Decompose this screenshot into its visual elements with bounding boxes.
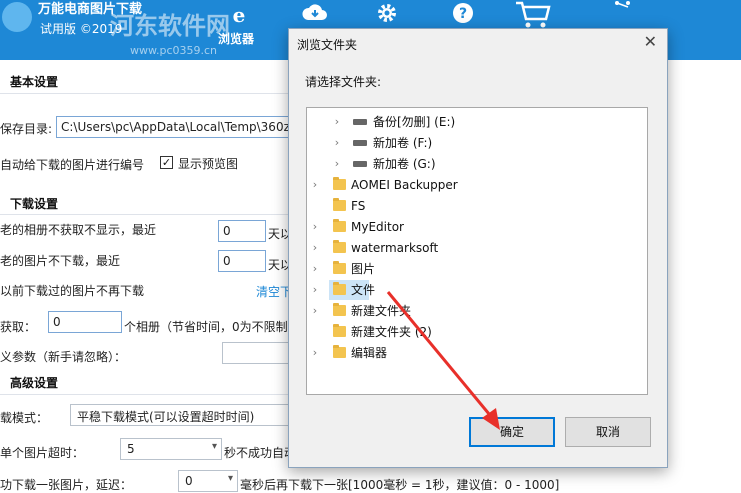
delay-value: 0 (185, 474, 193, 488)
svg-text:?: ? (459, 6, 467, 22)
folder-icon (333, 324, 346, 337)
help-icon[interactable]: ? (452, 2, 474, 24)
tree-item-label: watermarksoft (351, 241, 439, 255)
advanced-settings-heading: 高级设置 (10, 376, 59, 390)
download-settings-heading: 下载设置 (10, 197, 59, 211)
dialog-prompt: 请选择文件夹: (305, 75, 382, 89)
cancel-button[interactable]: 取消 (565, 417, 651, 447)
timeout-select[interactable]: 5 ▾ (120, 438, 222, 460)
save-dir-label: 保存目录: (0, 122, 53, 136)
auto-number-label: 自动给下载的图片进行编号 (0, 158, 145, 172)
fetch-label: 获取： (0, 320, 37, 334)
app-logo (2, 2, 32, 32)
tree-item-label: 新加卷 (G:) (373, 157, 436, 171)
expand-chevron-icon[interactable]: › (331, 154, 343, 174)
download-mode-select[interactable]: 平稳下载模式(可以设置超时时间) (70, 404, 292, 426)
custom-param-input[interactable] (222, 342, 292, 364)
close-icon[interactable]: ✕ (644, 32, 657, 51)
watermark-url: www.pc0359.cn (130, 44, 218, 57)
share-icon[interactable] (612, 0, 634, 10)
tree-item-label: 新加卷 (F:) (373, 136, 433, 150)
folder-icon (333, 261, 346, 274)
expand-chevron-icon[interactable]: › (309, 217, 321, 237)
dialog-title: 浏览文件夹 (297, 38, 358, 52)
clear-history-link[interactable]: 清空下 (256, 283, 292, 300)
folder-icon (333, 177, 346, 190)
browse-folder-dialog: 浏览文件夹 ✕ 请选择文件夹: › 备份[勿删] (E:) › 新加卷 (F:) › 新加… (288, 28, 668, 468)
tree-item-label: FS (351, 199, 366, 213)
divider (0, 394, 290, 395)
browser-button-label[interactable]: 浏览器 (218, 30, 254, 47)
timeout-value: 5 (127, 442, 135, 456)
folder-icon (333, 240, 346, 253)
drive-icon (353, 119, 367, 125)
folder-icon (333, 198, 346, 211)
tree-item-label: MyEditor (351, 220, 404, 234)
divider (0, 214, 290, 215)
expand-chevron-icon[interactable]: › (309, 259, 321, 279)
album-rule-label: 老的相册不获取不显示，最近 (0, 223, 157, 237)
expand-chevron-icon[interactable]: › (309, 280, 321, 300)
expand-chevron-icon[interactable]: › (309, 343, 321, 363)
show-preview-checkbox[interactable]: ✓ (160, 156, 173, 169)
tree-item-label: 新建文件夹 (351, 304, 412, 318)
delay-label: 功下载一张图片，延迟： (0, 478, 133, 492)
watermark-text: 河东软件网 (110, 12, 230, 40)
gear-icon[interactable] (376, 2, 398, 24)
ok-button[interactable]: 确定 (469, 417, 555, 447)
folder-icon (333, 282, 346, 295)
album-days-input[interactable]: 0 (218, 220, 266, 242)
tree-item-label: 编辑器 (351, 346, 388, 360)
timeout-suffix: 秒不成功自动 (224, 446, 297, 460)
drive-icon (353, 161, 367, 167)
cart-icon[interactable] (514, 0, 552, 30)
save-dir-input[interactable]: C:\Users\pc\AppData\Local\Temp\360zip$T (56, 116, 292, 138)
show-preview-label: 显示预览图 (178, 157, 239, 171)
svg-text:e: e (233, 4, 246, 26)
tree-item-label: 文件 (351, 283, 376, 297)
download-cloud-icon[interactable] (302, 2, 328, 24)
mode-label: 载模式： (0, 411, 49, 425)
tree-item-label: 图片 (351, 262, 376, 276)
delay-suffix: 毫秒后再下载下一张[1000毫秒 = 1秒，建议值：0 - 1000] (240, 478, 560, 492)
tree-item-label: 备份[勿删] (E:) (373, 115, 456, 129)
divider (0, 93, 290, 94)
drive-icon (353, 140, 367, 146)
fetch-suffix: 个相册（节省时间，0为不限制） (124, 320, 300, 334)
expand-chevron-icon[interactable]: › (309, 175, 321, 195)
custom-param-label: 义参数（新手请忽略）： (0, 350, 127, 364)
download-mode-value: 平稳下载模式(可以设置超时时间) (77, 410, 255, 424)
tree-item[interactable]: › 文件 (313, 280, 375, 300)
skip-downloaded-label: 以前下载过的图片不再下载 (0, 284, 145, 298)
folder-icon (333, 219, 346, 232)
expand-chevron-icon[interactable]: › (331, 112, 343, 132)
fetch-count-input[interactable]: 0 (48, 311, 122, 333)
expand-chevron-icon[interactable]: › (331, 133, 343, 153)
chevron-down-icon: ▾ (227, 473, 233, 484)
folder-tree[interactable]: › 备份[勿删] (E:) › 新加卷 (F:) › 新加卷 (G:) › AOMEI Bac… (306, 107, 648, 395)
expand-chevron-icon[interactable]: › (309, 238, 321, 258)
tree-item-label: AOMEI Backupper (351, 178, 458, 192)
folder-icon (333, 345, 346, 358)
chevron-down-icon: ▾ (211, 441, 217, 452)
tree-item-label: 新建文件夹 (2) (351, 325, 432, 339)
basic-settings-heading: 基本设置 (10, 75, 59, 89)
expand-chevron-icon[interactable]: › (309, 301, 321, 321)
timeout-label: 单个图片超时： (0, 446, 85, 460)
browser-icon[interactable]: e (228, 3, 250, 27)
image-rule-label: 老的图片不下载，最近 (0, 254, 121, 268)
image-days-input[interactable]: 0 (218, 250, 266, 272)
delay-select[interactable]: 0 ▾ (178, 470, 238, 492)
folder-icon (333, 303, 346, 316)
